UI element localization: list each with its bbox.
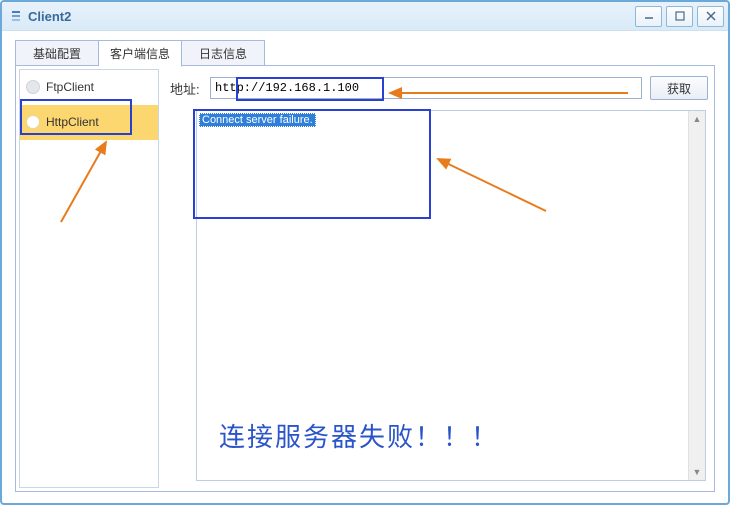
- output-selected-line: Connect server failure.: [199, 113, 316, 127]
- status-dot-icon: [26, 80, 40, 94]
- status-dot-icon: [26, 115, 40, 129]
- sidebar-item-label: FtpClient: [46, 80, 94, 94]
- tab-bar: 基础配置 客户端信息 日志信息: [15, 40, 715, 66]
- sidebar-item-ftpclient[interactable]: FtpClient: [20, 70, 158, 105]
- client-sidebar: FtpClient HttpClient: [19, 69, 159, 488]
- tab-client-info[interactable]: 客户端信息: [99, 40, 182, 67]
- tab-basic-config[interactable]: 基础配置: [15, 40, 99, 66]
- window-title: Client2: [28, 9, 71, 24]
- failure-message-cn: 连接服务器失败！！！: [219, 417, 499, 454]
- scroll-up-icon[interactable]: ▲: [689, 111, 705, 127]
- tab-content: FtpClient HttpClient 地址: 获取 Connect serv…: [15, 65, 715, 492]
- fetch-button[interactable]: 获取: [650, 76, 708, 100]
- title-bar[interactable]: Client2: [2, 2, 728, 31]
- address-input[interactable]: [210, 77, 642, 99]
- sidebar-item-label: HttpClient: [46, 115, 99, 129]
- address-label: 地址:: [170, 79, 202, 98]
- output-textarea[interactable]: Connect server failure. ▲ ▼ 连接服务器失败！！！: [196, 110, 706, 481]
- minimize-button[interactable]: [635, 6, 662, 27]
- scroll-down-icon[interactable]: ▼: [689, 464, 705, 480]
- app-window: Client2 基础配置 客户端信息 日志信息 FtpClient: [0, 0, 730, 505]
- app-icon: [8, 8, 24, 24]
- sidebar-item-httpclient[interactable]: HttpClient: [20, 105, 158, 140]
- maximize-button[interactable]: [666, 6, 693, 27]
- close-button[interactable]: [697, 6, 724, 27]
- vertical-scrollbar[interactable]: ▲ ▼: [688, 111, 705, 480]
- tab-log-info[interactable]: 日志信息: [182, 40, 265, 66]
